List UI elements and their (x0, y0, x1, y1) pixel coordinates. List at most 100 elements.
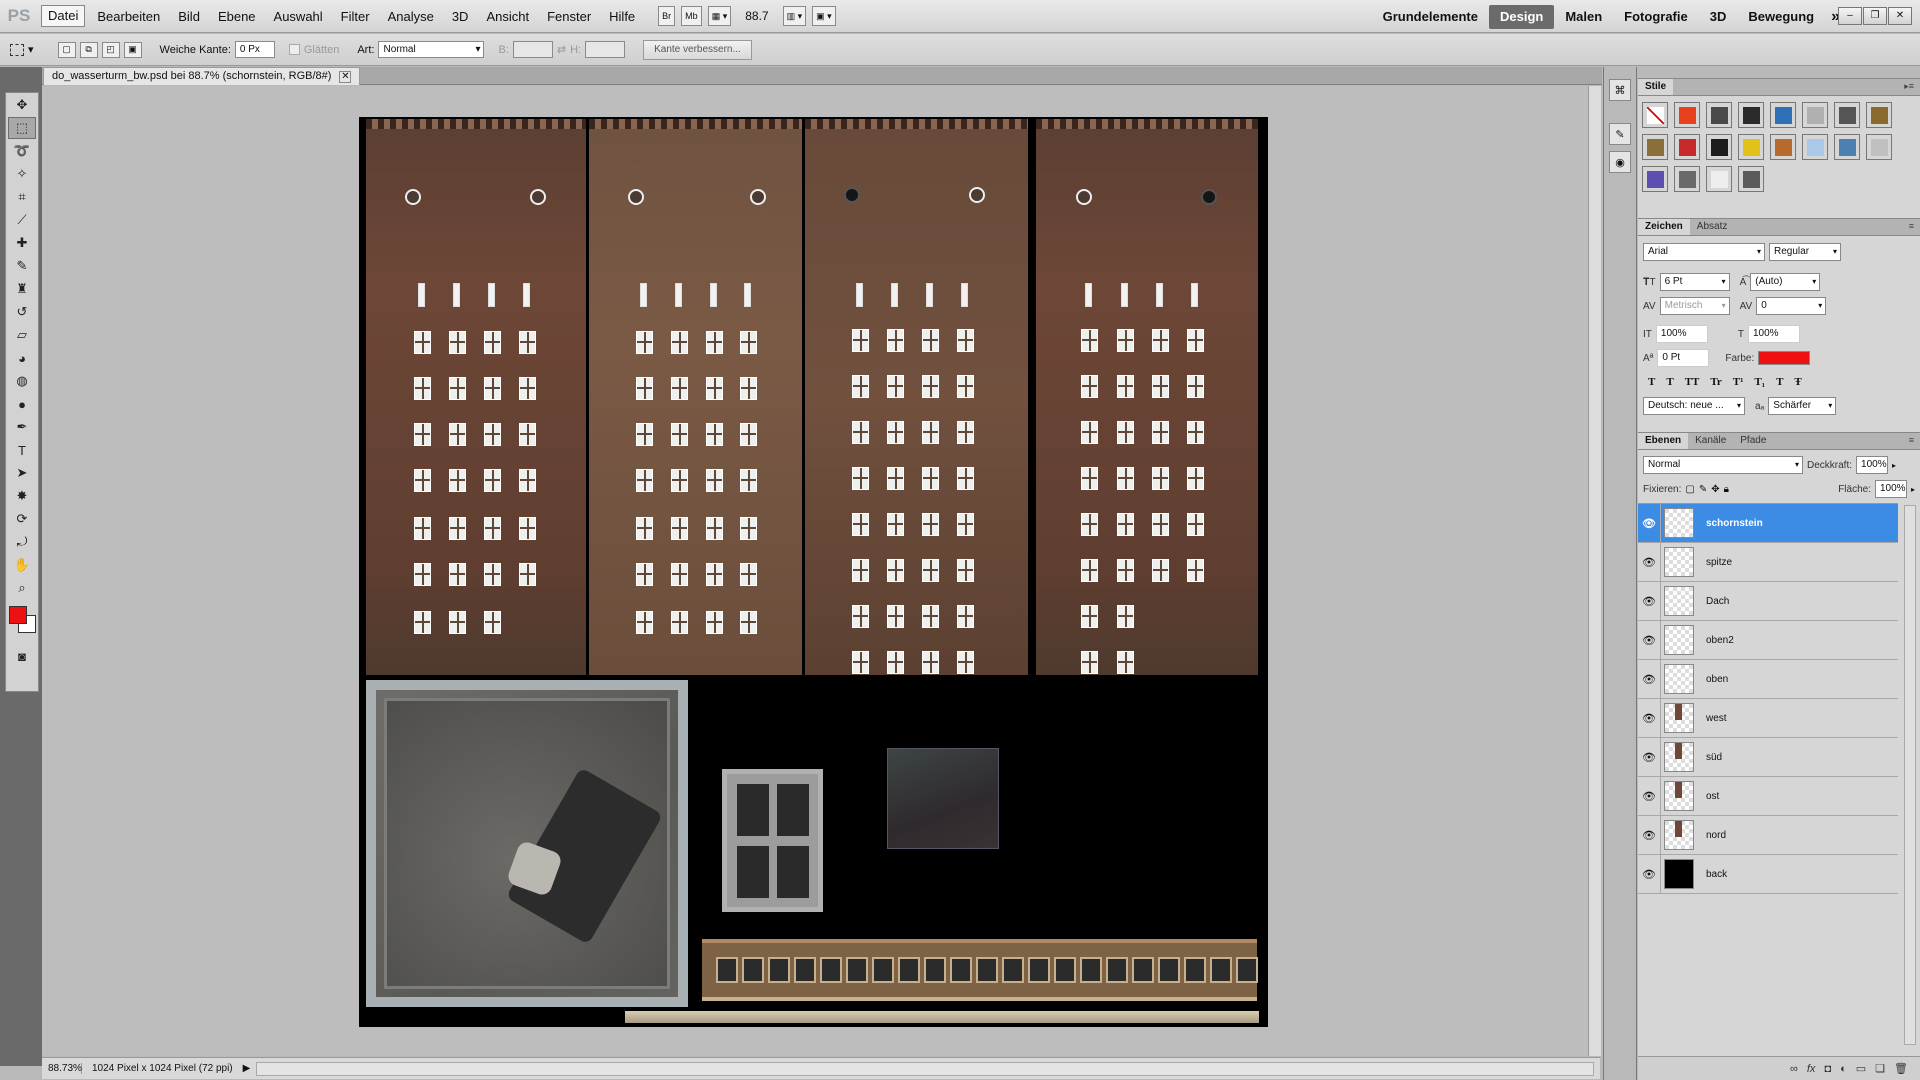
brush-tool-icon[interactable]: ✎ (8, 255, 36, 277)
foreground-color[interactable] (9, 606, 27, 624)
paint-bucket-tool-icon[interactable]: ◕ (8, 347, 36, 369)
menu-bild[interactable]: Bild (169, 0, 209, 33)
visibility-eye-icon[interactable]: 👁︎ (1638, 556, 1660, 569)
leading-select[interactable]: (Auto) ▾ (1750, 273, 1821, 291)
fill-arrow-icon[interactable]: ▸ (1911, 485, 1915, 494)
lock-pixels-icon[interactable]: ✎ (1699, 484, 1707, 495)
tool-preset[interactable]: ▾ (10, 43, 34, 56)
style-swatch[interactable] (1834, 102, 1860, 128)
fill-input[interactable]: 100% (1874, 480, 1907, 498)
width-input[interactable] (512, 41, 553, 58)
intersect-selection-icon[interactable]: ▣ (123, 41, 142, 58)
view-extras-icon[interactable]: ▦ ▾ (707, 6, 732, 26)
visibility-eye-icon[interactable]: 👁︎ (1638, 790, 1660, 803)
faux-style-button[interactable]: Tr (1710, 376, 1721, 388)
lock-transparency-icon[interactable]: ▢ (1685, 484, 1694, 495)
adjustment-layer-icon[interactable]: ◐ (1840, 1063, 1847, 1075)
quick-mask-icon[interactable]: ◙ (8, 645, 36, 667)
tab-kanaele[interactable]: Kanäle (1688, 433, 1733, 449)
font-style-select[interactable]: Regular ▾ (1769, 243, 1841, 261)
kerning-select[interactable]: Metrisch ▾ (1659, 297, 1730, 315)
style-swatch[interactable] (1642, 166, 1668, 192)
3d-orbit-tool-icon[interactable]: ⤾ (8, 531, 36, 553)
minibridge-button[interactable]: Mb (681, 6, 702, 26)
path-selection-tool-icon[interactable]: ➤ (8, 462, 36, 484)
swap-icon[interactable]: ⇄ (557, 43, 566, 56)
layer-row[interactable]: 👁︎ ost (1638, 777, 1898, 816)
close-icon[interactable]: ✕ (1888, 7, 1912, 25)
baseline-input[interactable]: 0 Pt (1657, 349, 1710, 367)
panel-menu-icon[interactable]: ≡ (1909, 435, 1914, 445)
layer-row[interactable]: 👁︎ nord (1638, 816, 1898, 855)
close-tab-icon[interactable]: ✕ (339, 70, 352, 83)
faux-style-button[interactable]: T (1648, 376, 1655, 388)
move-tool-icon[interactable]: ✥ (8, 94, 36, 116)
pen-tool-icon[interactable]: ✒ (8, 416, 36, 438)
bridge-button[interactable]: Br (658, 6, 676, 26)
zoom-tool-icon[interactable]: ⌕ (8, 577, 36, 599)
eyedropper-tool-icon[interactable]: ⟋ (8, 209, 36, 231)
status-menu-arrow-icon[interactable]: ▶ (243, 1063, 251, 1074)
new-selection-icon[interactable]: ▢ (57, 41, 76, 58)
style-swatch[interactable] (1674, 102, 1700, 128)
history-brush-tool-icon[interactable]: ↺ (8, 301, 36, 323)
menu-filter[interactable]: Filter (332, 0, 379, 33)
brush-panel-icon[interactable]: ✎ (1609, 123, 1631, 145)
style-swatch[interactable] (1706, 166, 1732, 192)
menu-auswahl[interactable]: Auswahl (265, 0, 332, 33)
hand-tool-icon[interactable]: ✋ (8, 554, 36, 576)
workspace-bewegung[interactable]: Bewegung (1737, 0, 1825, 33)
dodge-tool-icon[interactable]: ● (8, 393, 36, 415)
new-group-icon[interactable]: ▭ (1856, 1062, 1866, 1075)
menu-analyse[interactable]: Analyse (379, 0, 443, 33)
workspace-grundelemente[interactable]: Grundelemente (1372, 0, 1489, 33)
lasso-tool-icon[interactable]: ➰ (8, 140, 36, 162)
type-tool-icon[interactable]: T (8, 439, 36, 461)
menu-fenster[interactable]: Fenster (538, 0, 600, 33)
panel-menu-icon[interactable]: ≡ (1909, 221, 1914, 231)
visibility-eye-icon[interactable]: 👁︎ (1638, 595, 1660, 608)
menu-ansicht[interactable]: Ansicht (477, 0, 538, 33)
add-selection-icon[interactable]: ⧉ (79, 41, 98, 58)
style-swatch[interactable] (1802, 134, 1828, 160)
vertical-scrollbar[interactable] (1588, 86, 1601, 1056)
delete-layer-icon[interactable]: 🗑︎ (1894, 1062, 1908, 1075)
layer-row[interactable]: 👁︎ Dach (1638, 582, 1898, 621)
menu-3d[interactable]: 3D (443, 0, 478, 33)
menu-datei[interactable]: Datei (41, 5, 86, 27)
style-swatch[interactable] (1706, 102, 1732, 128)
style-swatch[interactable] (1866, 134, 1892, 160)
style-swatch[interactable] (1738, 166, 1764, 192)
clone-source-icon[interactable]: ◉ (1609, 151, 1631, 173)
language-select[interactable]: Deutsch: neue ... ▾ (1643, 397, 1745, 415)
style-swatch[interactable] (1866, 102, 1892, 128)
layer-row[interactable]: 👁︎ oben2 (1638, 621, 1898, 660)
arrange-documents-icon[interactable]: ▥ ▾ (782, 6, 807, 26)
blend-mode-select[interactable]: Normal ▾ (1643, 456, 1803, 474)
clone-stamp-tool-icon[interactable]: ♜ (8, 278, 36, 300)
style-swatch[interactable] (1706, 134, 1732, 160)
layer-mask-icon[interactable]: ◘ (1824, 1063, 1831, 1075)
menu-hilfe[interactable]: Hilfe (600, 0, 644, 33)
style-swatch[interactable] (1802, 102, 1828, 128)
marquee-tool-icon[interactable]: ⬚ (8, 117, 36, 139)
tab-ebenen[interactable]: Ebenen (1638, 433, 1689, 449)
workspace-malen[interactable]: Malen (1554, 0, 1613, 33)
style-swatch[interactable] (1674, 134, 1700, 160)
style-swatch[interactable] (1674, 166, 1700, 192)
vertical-scale-input[interactable]: 100% (1655, 325, 1708, 343)
screen-mode-icon[interactable]: ▣ ▾ (812, 6, 836, 26)
visibility-eye-icon[interactable]: 👁︎ (1638, 673, 1660, 686)
layer-row[interactable]: 👁︎ west (1638, 699, 1898, 738)
layer-row[interactable]: 👁︎ süd (1638, 738, 1898, 777)
antialias-select[interactable]: Schärfer ▾ (1768, 397, 1837, 415)
layer-row[interactable]: 👁︎ back (1638, 855, 1898, 894)
workspace-3d[interactable]: 3D (1699, 0, 1738, 33)
restore-icon[interactable]: ❐ (1863, 7, 1887, 25)
minimize-icon[interactable]: – (1838, 7, 1862, 25)
workspace-design[interactable]: Design (1488, 4, 1555, 29)
lock-position-icon[interactable]: ✥ (1711, 484, 1719, 495)
eraser-tool-icon[interactable]: ▱ (8, 324, 36, 346)
text-color-swatch[interactable] (1758, 351, 1811, 365)
panel-menu-icon[interactable]: ▸≡ (1904, 81, 1914, 92)
